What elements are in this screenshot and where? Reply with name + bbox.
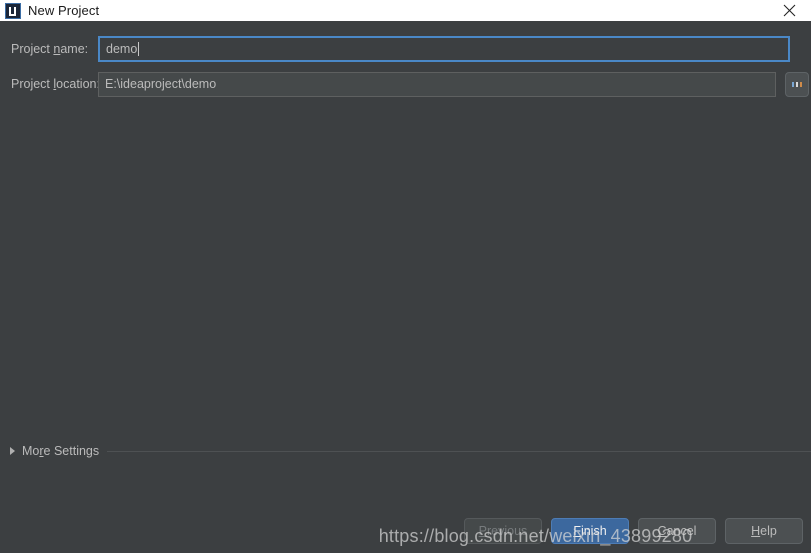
window-title: New Project (28, 3, 100, 18)
more-settings-separator (107, 450, 811, 452)
finish-button[interactable]: Finish (551, 517, 629, 544)
more-settings-toggle[interactable]: More Settings (0, 442, 811, 460)
new-project-dialog: New Project Project name: demo Project l… (0, 0, 811, 553)
intellij-idea-icon (5, 2, 21, 19)
project-name-input[interactable]: demo (98, 36, 790, 62)
project-name-row: Project name: demo (0, 36, 811, 62)
dialog-body: Project name: demo Project location: E:\… (0, 21, 811, 508)
project-location-value: E:\ideaproject\demo (105, 77, 217, 91)
cancel-button[interactable]: Cancel (638, 517, 716, 544)
project-location-row: Project location: E:\ideaproject\demo (0, 71, 811, 97)
project-location-input[interactable]: E:\ideaproject\demo (98, 71, 776, 97)
more-settings-label: More Settings (22, 444, 100, 458)
chevron-right-icon (10, 447, 15, 455)
project-location-label: Project location: (11, 77, 100, 91)
ellipsis-browse-icon (792, 81, 794, 87)
title-bar: New Project (0, 0, 811, 21)
dialog-button-bar: Previous Finish Cancel Help https://blog… (0, 508, 811, 553)
browse-location-button[interactable] (785, 71, 809, 97)
project-name-value: demo (106, 42, 138, 56)
previous-button[interactable]: Previous (464, 517, 542, 544)
close-button[interactable] (767, 0, 811, 21)
close-icon (783, 4, 795, 17)
text-caret (138, 42, 140, 56)
help-button[interactable]: Help (725, 517, 803, 544)
project-name-label: Project name: (11, 42, 89, 56)
